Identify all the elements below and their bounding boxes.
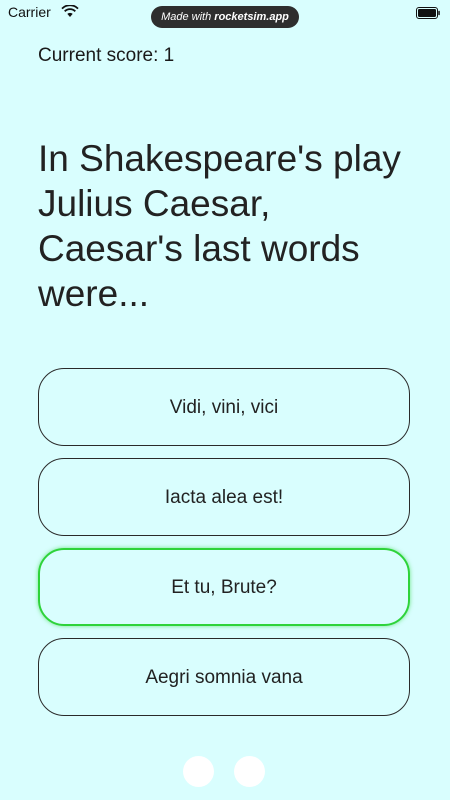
pill-brand: rocketsim.app	[214, 11, 289, 23]
question-text: In Shakespeare's play Julius Caesar, Cae…	[38, 138, 401, 314]
answer-button-2[interactable]: Iacta alea est!	[38, 458, 410, 536]
answer-button-3-correct[interactable]: Et tu, Brute?	[38, 548, 410, 626]
pill-prefix: Made with	[161, 11, 215, 23]
battery-icon	[416, 6, 440, 19]
recording-pill: Made with rocketsim.app	[151, 6, 299, 28]
answer-button-4[interactable]: Aegri somnia vana	[38, 638, 410, 716]
page-dot-2[interactable]	[234, 756, 265, 787]
answer-button-1[interactable]: Vidi, vini, vici	[38, 368, 410, 446]
page-dot-1[interactable]	[183, 756, 214, 787]
status-bar: Carrier Made with rocketsim.app	[0, 0, 450, 28]
answer-list: Vidi, vini, vici Iacta alea est! Et tu, …	[38, 368, 412, 728]
carrier-label: Carrier	[8, 4, 51, 20]
current-score: Current score: 1	[38, 45, 175, 66]
wifi-icon	[61, 4, 79, 18]
